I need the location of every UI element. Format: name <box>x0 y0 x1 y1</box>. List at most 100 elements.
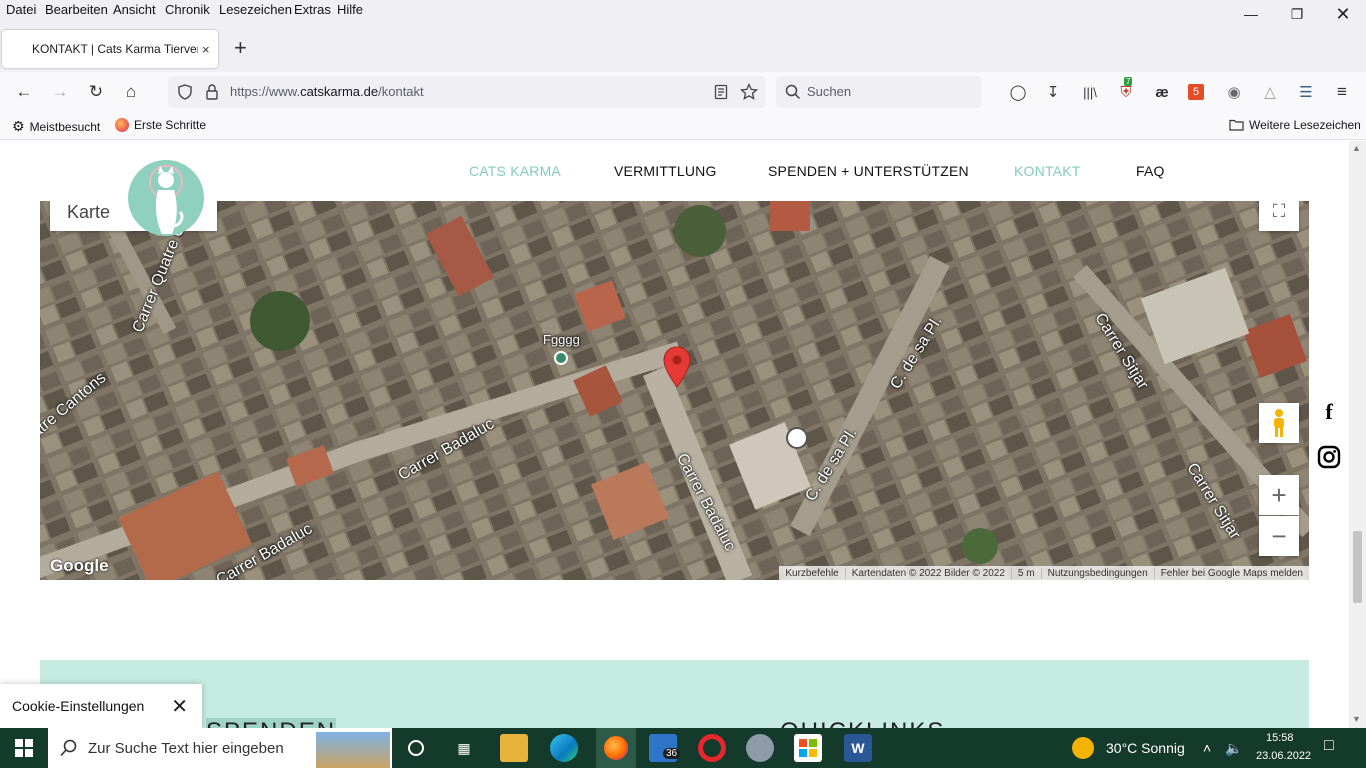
mail-badge: 36 <box>663 748 681 759</box>
task-view-icon[interactable]: ▦ <box>450 734 478 762</box>
bookmark-label: Weitere Lesezeichen <box>1249 118 1361 132</box>
menu-chronik[interactable]: Chronik <box>165 2 210 17</box>
edge-icon[interactable] <box>550 734 578 762</box>
tray-chevron-icon[interactable]: ˄ <box>1203 740 1211 756</box>
cookie-settings-bar[interactable]: Cookie-Einstellungen ✕ <box>0 684 202 728</box>
tabs-extension-icon[interactable]: ☰ <box>1296 82 1316 102</box>
volume-icon[interactable]: 🔈 <box>1225 740 1242 757</box>
zoom-in-button[interactable]: + <box>1259 475 1299 515</box>
nav-faq[interactable]: FAQ <box>1136 163 1165 179</box>
feather-app-icon[interactable] <box>746 734 774 762</box>
menu-datei[interactable]: Datei <box>6 2 36 17</box>
clock-time[interactable]: 15:58 <box>1266 732 1294 744</box>
lock-icon[interactable] <box>205 84 219 100</box>
search-icon <box>785 84 801 100</box>
pocket-icon[interactable]: ◯ <box>1008 82 1028 102</box>
pegman-icon <box>1274 409 1284 437</box>
new-tab-icon[interactable]: + <box>234 37 247 59</box>
library-icon[interactable]: |||\ <box>1080 82 1100 102</box>
reload-icon[interactable]: ↻ <box>84 80 108 104</box>
folder-icon <box>1229 119 1244 131</box>
page-scrollbar[interactable]: ▲ ▼ <box>1349 141 1366 728</box>
map-shortcuts-link[interactable]: Kurzbefehle <box>779 568 844 579</box>
google-map[interactable]: Karte ⛶ Carrer Quatre C atre Cantons Car… <box>40 201 1309 580</box>
menu-lesezeichen[interactable]: Lesezeichen <box>219 2 292 17</box>
tab-bar: KONTAKT | Cats Karma Tierverm × + <box>0 22 1366 72</box>
shield-extension-icon[interactable]: ⛨ 7 <box>1116 77 1136 102</box>
nav-kontakt[interactable]: KONTAKT <box>1014 163 1080 179</box>
bookmark-weitere[interactable]: Weitere Lesezeichen <box>1229 118 1361 132</box>
cortana-icon[interactable] <box>402 734 430 762</box>
menu-ansicht[interactable]: Ansicht <box>113 2 156 17</box>
ae-extension-icon[interactable]: æ <box>1152 82 1172 102</box>
site-logo[interactable] <box>128 160 204 236</box>
map-report-link[interactable]: Fehler bei Google Maps melden <box>1153 567 1309 579</box>
map-terms-link[interactable]: Nutzungsbedingungen <box>1040 567 1154 579</box>
poi-marker[interactable]: Fgggg <box>543 331 580 365</box>
notifications-icon[interactable]: □ <box>1324 737 1334 755</box>
mail-icon[interactable]: 36 <box>649 734 681 762</box>
menu-bar: Datei Bearbeiten Ansicht Chronik Lesezei… <box>0 0 1366 22</box>
bookmark-star-icon[interactable] <box>740 83 758 101</box>
tracking-shield-icon[interactable] <box>177 84 193 100</box>
tab-title: KONTAKT | Cats Karma Tierverm <box>32 42 198 56</box>
school-icon <box>554 351 569 365</box>
store-icon[interactable] <box>794 734 822 762</box>
clock-date[interactable]: 23.06.2022 <box>1256 750 1311 762</box>
taskbar-search-box[interactable]: Zur Suche Text hier eingeben <box>48 728 392 768</box>
bookmark-label: Erste Schritte <box>134 118 207 132</box>
map-footer: Kurzbefehle Kartendaten © 2022 Bilder © … <box>779 566 1309 580</box>
windows-start-icon[interactable] <box>10 734 38 762</box>
menu-hilfe[interactable]: Hilfe <box>337 2 363 17</box>
url-text[interactable]: https://www.catskarma.de/kontakt <box>230 84 424 99</box>
url-domain: catskarma.de <box>300 84 379 99</box>
poi-label: Fgggg <box>543 332 580 347</box>
scroll-up-icon[interactable]: ▲ <box>1352 143 1361 153</box>
firefox-taskbar-icon[interactable] <box>596 728 636 768</box>
html5-extension-icon[interactable]: 5 <box>1188 84 1204 100</box>
photo-sphere-icon[interactable] <box>786 427 808 449</box>
instagram-glyph <box>1317 445 1341 469</box>
opera-icon[interactable] <box>698 734 726 762</box>
firefox-icon <box>115 118 129 132</box>
hamburger-menu-icon[interactable]: ≡ <box>1332 82 1352 102</box>
scroll-down-icon[interactable]: ▼ <box>1352 714 1361 724</box>
cookie-close-icon[interactable]: ✕ <box>171 694 188 719</box>
cat-logo-icon <box>149 165 184 234</box>
facebook-icon[interactable]: f <box>1316 399 1342 425</box>
instagram-icon[interactable] <box>1316 444 1342 470</box>
scrollbar-thumb[interactable] <box>1353 531 1362 603</box>
footer-heading-quicklinks: QUICKLINKS <box>780 718 945 728</box>
fullscreen-icon[interactable]: ⛶ <box>1259 201 1299 231</box>
translate-extension-icon[interactable]: △ <box>1260 82 1280 102</box>
tab-kontakt[interactable]: KONTAKT | Cats Karma Tierverm × <box>2 30 218 68</box>
location-pin-icon[interactable] <box>663 346 691 388</box>
bookmark-meistbesucht[interactable]: ⚙ Meistbesucht <box>12 118 100 135</box>
nav-spenden-unterstuetzen[interactable]: SPENDEN + UNTERSTÜTZEN <box>768 163 969 179</box>
weather-sun-icon[interactable] <box>1072 737 1094 759</box>
downloads-icon[interactable]: ↧ <box>1043 82 1063 102</box>
nav-vermittlung[interactable]: VERMITTLUNG <box>614 163 717 179</box>
map-scale[interactable]: 5 m <box>1010 567 1041 579</box>
gear-icon: ⚙ <box>12 118 25 134</box>
zoom-out-button[interactable]: − <box>1259 516 1299 556</box>
nav-cats-karma[interactable]: CATS KARMA <box>469 163 561 179</box>
windows-logo-icon <box>15 739 33 757</box>
word-icon[interactable]: W <box>844 734 872 762</box>
reader-view-icon[interactable] <box>714 84 728 100</box>
street-view-pegman-icon[interactable] <box>1259 403 1299 443</box>
weather-text[interactable]: 30°C Sonnig <box>1106 740 1185 756</box>
bookmark-label: Meistbesucht <box>29 119 101 134</box>
forward-icon[interactable]: → <box>48 80 72 104</box>
satellite-imagery <box>40 201 1309 580</box>
file-explorer-icon[interactable] <box>500 734 528 762</box>
home-icon[interactable]: ⌂ <box>119 80 143 104</box>
menu-bearbeiten[interactable]: Bearbeiten <box>45 2 108 17</box>
search-bar[interactable]: Suchen <box>776 76 982 108</box>
tab-close-icon[interactable]: × <box>202 42 210 57</box>
url-bar[interactable]: https://www.catskarma.de/kontakt <box>168 76 766 108</box>
menu-extras[interactable]: Extras <box>294 2 331 17</box>
bookmark-erste-schritte[interactable]: Erste Schritte <box>115 118 206 132</box>
back-icon[interactable]: ← <box>12 80 36 104</box>
chat-extension-icon[interactable]: ◉ <box>1224 82 1244 102</box>
